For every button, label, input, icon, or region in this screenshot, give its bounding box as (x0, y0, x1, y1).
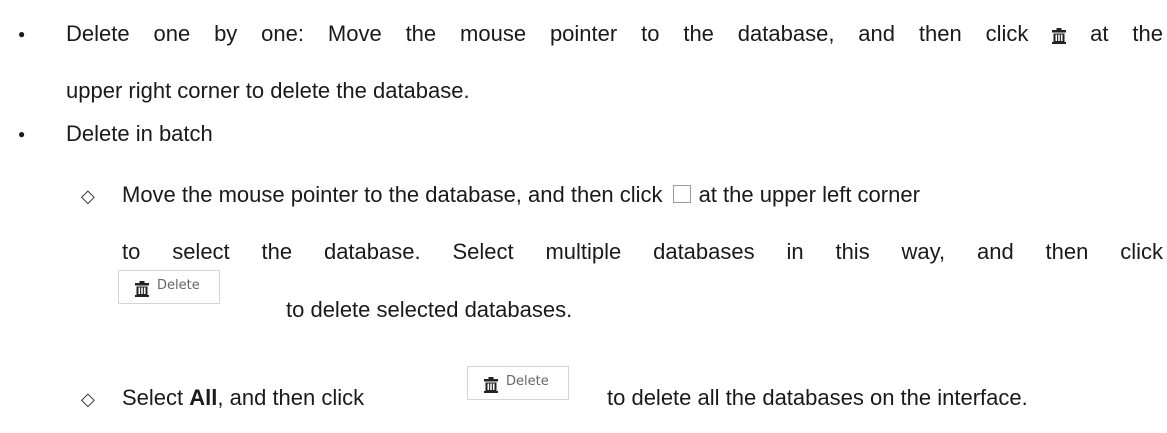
sub1-text: Move the mouse pointer to the database, … (122, 182, 663, 207)
delete-button-label: Delete (506, 374, 549, 389)
diamond-bullet: ◇ (81, 186, 95, 206)
item1-line1: Delete one by one: Move the mouse pointe… (66, 21, 1163, 50)
trash-icon (1052, 24, 1067, 50)
delete-button[interactable]: Delete (467, 366, 569, 400)
item2-label: Delete in batch (66, 121, 213, 146)
bullet-dot: ● (18, 127, 26, 141)
sub1-line3: to delete selected databases. (286, 297, 573, 322)
sub1-text-end: at the upper left corner (698, 182, 920, 207)
diamond-bullet: ◇ (81, 389, 95, 409)
sub2-mid: , and then click (217, 385, 365, 410)
item1-text-end: at the (1090, 21, 1163, 46)
delete-button-label: Delete (157, 278, 200, 293)
trash-icon (484, 377, 498, 397)
sub2-pre: Select (122, 385, 184, 410)
trash-icon (135, 281, 149, 301)
delete-button[interactable]: Delete (118, 270, 220, 304)
sub2-line: Select All, and then click (122, 385, 364, 411)
item1-line2: upper right corner to delete the databas… (66, 78, 470, 103)
item1-text: Delete one by one: Move the mouse pointe… (66, 21, 1029, 46)
sub1-line2: to select the database. Select multiple … (122, 239, 1163, 264)
sub1-line1: Move the mouse pointer to the database, … (122, 182, 920, 208)
sub2-bold: All (189, 385, 218, 410)
checkbox-icon (672, 185, 691, 203)
bullet-dot: ● (18, 27, 26, 41)
sub2-post: to delete all the databases on the inter… (607, 385, 1028, 410)
